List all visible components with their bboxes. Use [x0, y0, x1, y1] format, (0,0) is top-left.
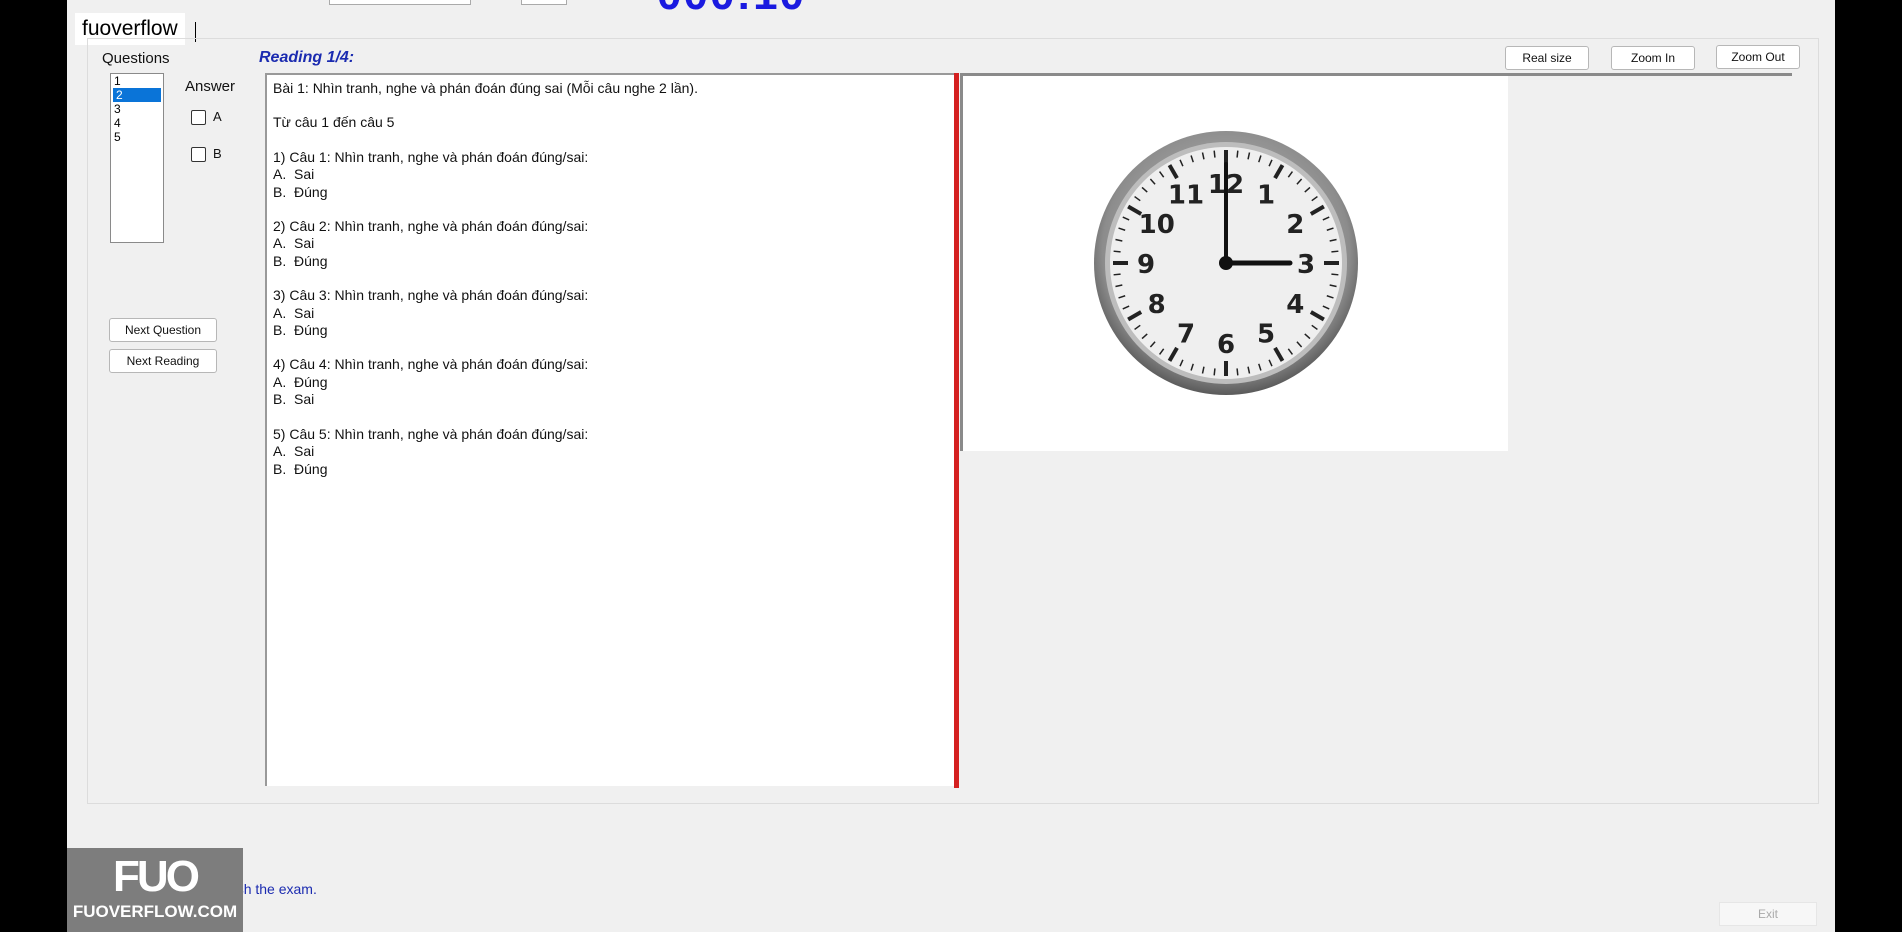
- reading-option-3b: B. Đúng: [273, 322, 328, 339]
- zoom-in-button[interactable]: Zoom In: [1611, 46, 1695, 70]
- next-question-button[interactable]: Next Question: [109, 318, 217, 342]
- question-item-4[interactable]: 4: [111, 116, 163, 130]
- clock-tick: [1331, 250, 1339, 253]
- exam-window: 000:10 fuoverflow Questions 1 2 3 4 5 An…: [67, 0, 1835, 932]
- question-list[interactable]: 1 2 3 4 5: [110, 73, 164, 243]
- clock-number: 4: [1286, 290, 1304, 320]
- splitter-handle[interactable]: [954, 73, 959, 788]
- clock-number: 9: [1137, 250, 1155, 280]
- reading-question-1: 1) Câu 1: Nhìn tranh, nghe và phán đoán …: [273, 148, 589, 165]
- clock-number: 1: [1257, 181, 1275, 211]
- clock-number: 11: [1168, 181, 1204, 211]
- watermark-logo: FUO FUOVERFLOW.COM: [67, 848, 243, 932]
- reading-option-1a: A. Sai: [273, 166, 315, 183]
- image-panel-left-border: [960, 76, 963, 451]
- reading-option-3a: A. Sai: [273, 304, 315, 321]
- clock-tick: [1331, 273, 1339, 276]
- countdown-timer: 000:10: [657, 0, 806, 20]
- answer-heading: Answer: [185, 78, 236, 95]
- question-item-2[interactable]: 2: [113, 88, 161, 102]
- reading-option-2b: B. Đúng: [273, 252, 328, 269]
- reading-intro: Bài 1: Nhìn tranh, nghe và phán đoán đún…: [273, 80, 698, 96]
- answer-b-checkbox[interactable]: [191, 147, 206, 162]
- clock-number: 7: [1177, 319, 1195, 349]
- reading-question-5: 5) Câu 5: Nhìn tranh, nghe và phán đoán …: [273, 425, 589, 442]
- exit-button[interactable]: Exit: [1719, 902, 1817, 926]
- clock-center: [1219, 256, 1233, 270]
- reading-option-4a: A. Đúng: [273, 373, 328, 390]
- clock-tick: [1213, 150, 1216, 158]
- answer-a-label: A: [213, 109, 222, 124]
- clock-number: 8: [1148, 290, 1166, 320]
- zoom-out-button[interactable]: Zoom Out: [1716, 45, 1800, 69]
- watermark-text: FUOVERFLOW.COM: [72, 902, 238, 921]
- top-small-box[interactable]: [521, 0, 567, 5]
- reading-option-4b: B. Sai: [273, 391, 315, 408]
- question-item-5[interactable]: 5: [111, 130, 163, 144]
- reading-range: Từ câu 1 đến câu 5: [273, 114, 395, 131]
- reading-title: Reading 1/4:: [259, 49, 355, 66]
- real-size-button[interactable]: Real size: [1505, 46, 1589, 70]
- clock-tick: [1113, 250, 1121, 253]
- reading-question-3: 3) Câu 3: Nhìn tranh, nghe và phán đoán …: [273, 287, 589, 304]
- reading-text-panel[interactable]: Bài 1: Nhìn tranh, nghe và phán đoán đún…: [265, 73, 954, 786]
- next-reading-button[interactable]: Next Reading: [109, 349, 217, 373]
- clock-image: 121234567891011: [1094, 131, 1358, 395]
- image-panel: 121234567891011: [960, 76, 1508, 451]
- clock-number: 6: [1217, 330, 1235, 360]
- clock-number: 3: [1297, 250, 1315, 280]
- answer-a-checkbox[interactable]: [191, 110, 206, 125]
- clock-tick: [1236, 150, 1239, 158]
- clock-tick: [1236, 368, 1239, 376]
- top-dropdown[interactable]: [329, 0, 471, 5]
- reading-option-1b: B. Đúng: [273, 183, 328, 200]
- reading-question-2: 2) Câu 2: Nhìn tranh, nghe và phán đoán …: [273, 218, 589, 235]
- clock-number: 10: [1139, 210, 1175, 240]
- reading-option-2a: A. Sai: [273, 235, 315, 252]
- clock-tick: [1213, 368, 1216, 376]
- reading-option-5b: B. Đúng: [273, 460, 328, 477]
- question-item-3[interactable]: 3: [111, 102, 163, 116]
- clock-number: 2: [1286, 210, 1304, 240]
- watermark-mark: FUO: [113, 852, 200, 901]
- answer-b-label: B: [213, 146, 222, 161]
- reading-question-4: 4) Câu 4: Nhìn tranh, nghe và phán đoán …: [273, 356, 589, 373]
- clock-tick: [1113, 273, 1121, 276]
- clock-number: 5: [1257, 319, 1275, 349]
- question-item-1[interactable]: 1: [111, 74, 163, 88]
- questions-heading: Questions: [102, 50, 170, 67]
- reading-option-5a: A. Sai: [273, 443, 315, 460]
